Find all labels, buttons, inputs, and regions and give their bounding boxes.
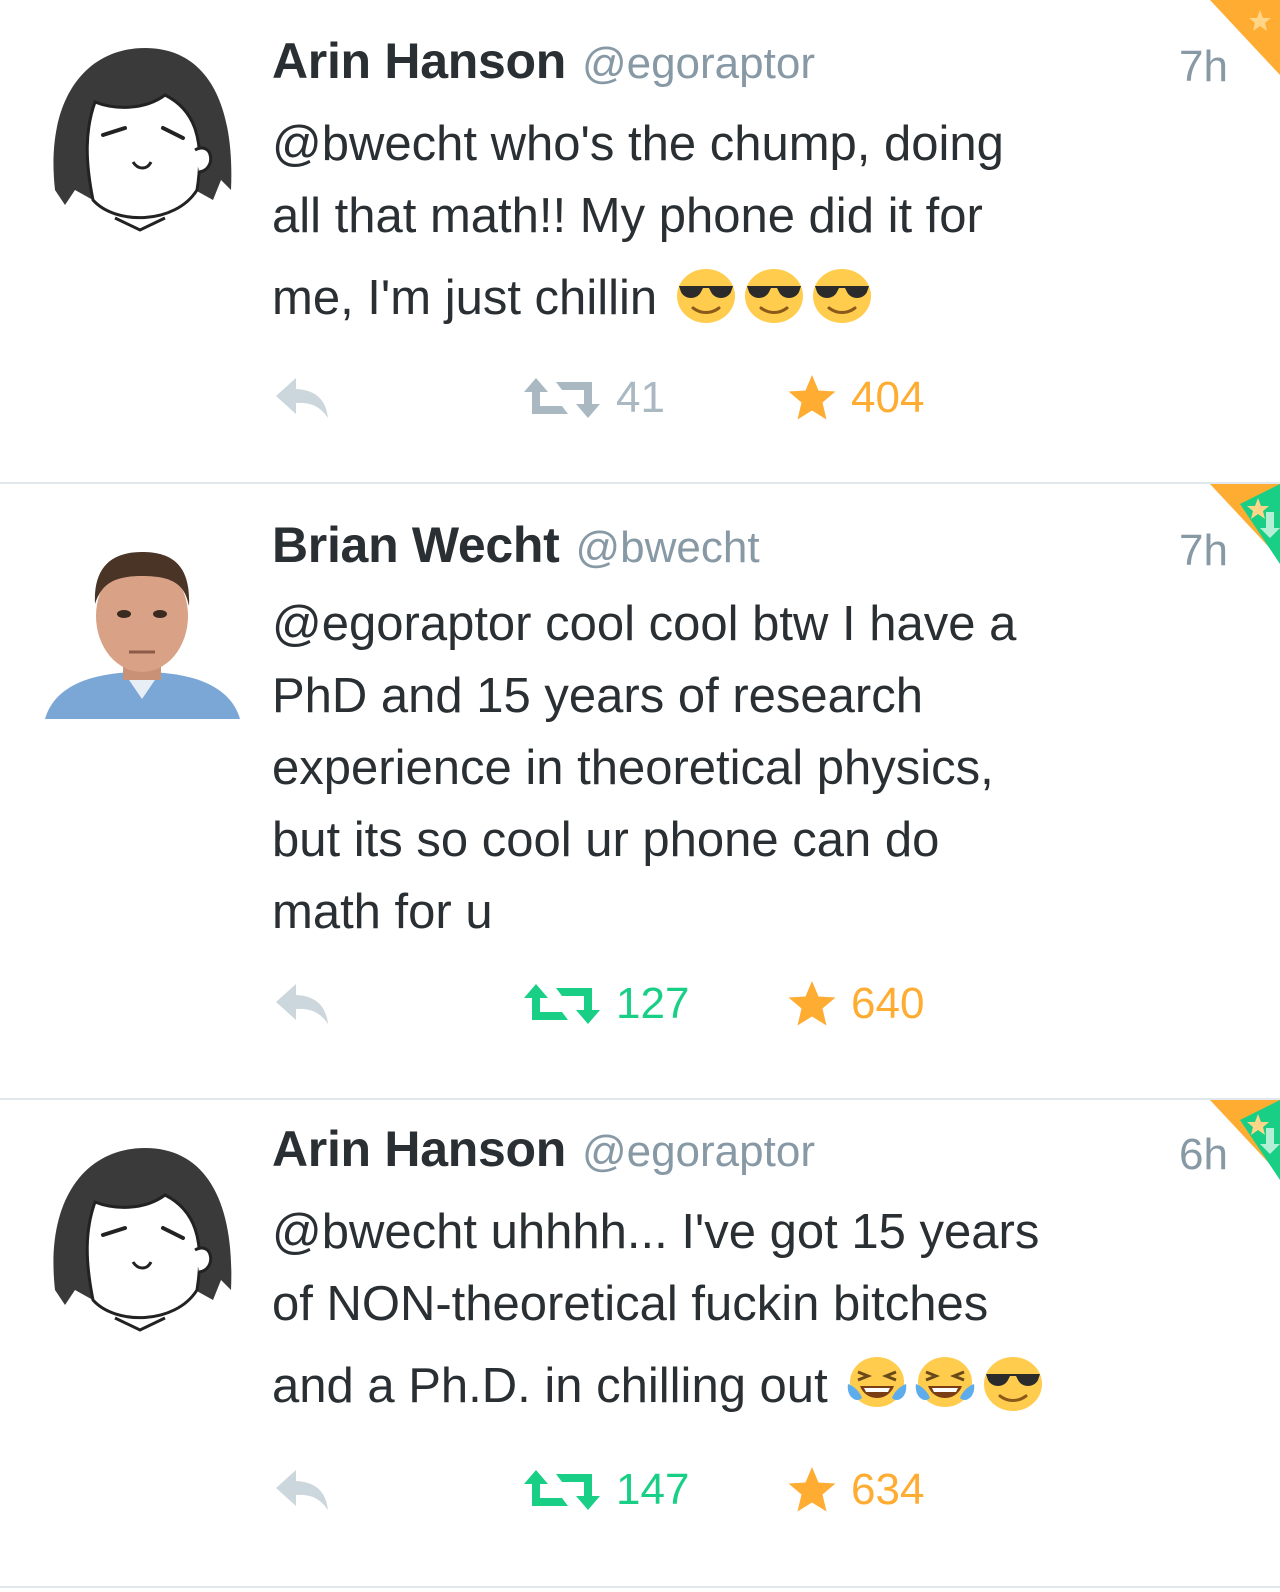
reply-icon: [272, 1468, 332, 1512]
tweet-actions: 127 640: [272, 974, 992, 1034]
tweet[interactable]: Arin Hanson @egoraptor 6h @bwecht uhhhh.…: [0, 1100, 1280, 1586]
tears-of-joy-emoji-icon: [914, 1354, 976, 1412]
tweet-text-line: PhD and 15 years of research: [272, 669, 923, 723]
tweet-text-line: all that math!! My phone did it for: [272, 189, 983, 243]
avatar[interactable]: [45, 524, 240, 719]
retweet-count: 147: [616, 1465, 690, 1514]
tweet-actions: 147 634: [272, 1460, 992, 1520]
reply-button[interactable]: [272, 974, 332, 1034]
retweet-button[interactable]: 147: [522, 1460, 689, 1520]
reply-button[interactable]: [272, 1460, 332, 1520]
sunglasses-emoji-icon: [811, 266, 873, 324]
tweet-text: @bwecht uhhhh... I've got 15 years of NO…: [272, 1196, 1192, 1422]
tweet-text-line: @egoraptor cool cool btw I have a: [272, 597, 1017, 651]
favorite-corner-badge: [1170, 484, 1280, 594]
reply-button[interactable]: [272, 368, 332, 428]
author-name[interactable]: Arin Hanson: [272, 32, 566, 90]
tweet-text-line: and a Ph.D. in chilling out: [272, 1359, 828, 1413]
retweet-button[interactable]: 41: [522, 368, 665, 428]
retweet-corner-badge: [1210, 1100, 1280, 1180]
author-handle[interactable]: @bwecht: [576, 523, 760, 573]
favorite-count: 640: [851, 979, 925, 1028]
favorite-count: 404: [851, 373, 925, 422]
tweet-text-line: me, I'm just chillin: [272, 271, 658, 325]
avatar[interactable]: [45, 1140, 240, 1335]
star-icon: [787, 980, 837, 1028]
cartoon-avatar-icon: [53, 48, 232, 232]
retweet-icon: [522, 1466, 602, 1514]
retweet-corner-badge: [1210, 484, 1280, 564]
tweet[interactable]: Brian Wecht @bwecht 7h @egoraptor cool c…: [0, 484, 1280, 1098]
tweet-divider: [0, 1586, 1280, 1588]
favorite-corner-badge: [1170, 0, 1280, 110]
retweet-count: 41: [616, 373, 665, 422]
favorite-button[interactable]: 404: [787, 368, 924, 428]
star-icon: [787, 1466, 837, 1514]
reply-icon: [272, 982, 332, 1026]
cartoon-avatar-icon: [53, 1148, 232, 1332]
tweet-text-line-with-emoji: and a Ph.D. in chilling out: [272, 1350, 1192, 1422]
tears-of-joy-emoji-icon: [846, 1354, 908, 1412]
tweet-text-line: @bwecht uhhhh... I've got 15 years: [272, 1205, 1040, 1259]
retweet-icon: [522, 374, 602, 422]
star-icon: [787, 374, 837, 422]
tweet-text-line-with-emoji: me, I'm just chillin: [272, 262, 1192, 334]
tweet-actions: 41 404: [272, 368, 992, 428]
sunglasses-emoji-icon: [675, 266, 737, 324]
tweet-text-line: but its so cool ur phone can do: [272, 813, 940, 867]
avatar[interactable]: [45, 40, 240, 235]
tweet-text-line: of NON-theoretical fuckin bitches: [272, 1277, 989, 1331]
tweet-text: @bwecht who's the chump, doing all that …: [272, 108, 1192, 334]
tweet[interactable]: Arin Hanson @egoraptor 7h @bwecht who's …: [0, 0, 1280, 482]
author-handle[interactable]: @egoraptor: [582, 1127, 815, 1177]
favorite-button[interactable]: 640: [787, 974, 924, 1034]
retweet-count: 127: [616, 979, 690, 1028]
retweet-icon: [522, 980, 602, 1028]
author-name[interactable]: Brian Wecht: [272, 516, 560, 574]
tweet-text-line: @bwecht who's the chump, doing: [272, 117, 1004, 171]
favorite-count: 634: [851, 1465, 925, 1514]
tweet-text-line: math for u: [272, 885, 493, 939]
sunglasses-emoji-icon: [743, 266, 805, 324]
photo-avatar-icon: [45, 552, 240, 719]
retweet-button[interactable]: 127: [522, 974, 689, 1034]
author-handle[interactable]: @egoraptor: [582, 39, 815, 89]
reply-icon: [272, 376, 332, 420]
tweet-text: @egoraptor cool cool btw I have a PhD an…: [272, 588, 1192, 948]
favorite-corner-badge: [1170, 1100, 1280, 1210]
sunglasses-emoji-icon: [982, 1354, 1044, 1412]
tweet-text-line: experience in theoretical physics,: [272, 741, 994, 795]
favorite-button[interactable]: 634: [787, 1460, 924, 1520]
author-name[interactable]: Arin Hanson: [272, 1120, 566, 1178]
